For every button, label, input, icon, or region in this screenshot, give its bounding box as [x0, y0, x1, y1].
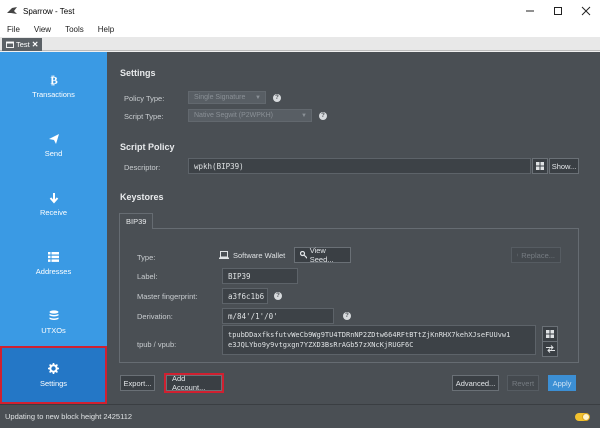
- laptop-icon: [219, 251, 229, 259]
- status-bar: Updating to new block height 2425112: [0, 404, 600, 428]
- xpub-label: tpub / vpub:: [137, 340, 177, 349]
- add-account-button[interactable]: Add Account...: [164, 373, 224, 393]
- grid-icon: [546, 330, 554, 338]
- script-type-label: Script Type:: [124, 112, 164, 121]
- xpub-line-1: tpubDDaxfksfutvWeCb9Wg9TU4TDRnNP2ZDtw664…: [228, 331, 511, 339]
- sidebar: ₿ Transactions Send Receive Addresses UT…: [0, 52, 107, 404]
- show-descriptor-button[interactable]: Show...: [549, 158, 579, 174]
- toggle-knob: [582, 413, 590, 421]
- close-icon[interactable]: [572, 0, 600, 22]
- advanced-button[interactable]: Advanced...: [452, 375, 499, 391]
- sidebar-item-send[interactable]: Send: [0, 116, 107, 174]
- sidebar-item-label: Settings: [39, 379, 68, 388]
- settings-heading: Settings: [120, 68, 156, 78]
- sidebar-item-label: Send: [44, 149, 63, 158]
- xpub-line-2: e3JQLYbo9y9vtgxgn7YZXD3BsRrAGb57zXNcKjRU…: [228, 341, 414, 349]
- fingerprint-label: Master fingerprint:: [137, 292, 198, 301]
- status-text: Updating to new block height 2425112: [5, 412, 133, 421]
- keystore-tab-bip39[interactable]: BIP39: [119, 213, 154, 229]
- type-label: Type:: [137, 253, 156, 262]
- sidebar-item-label: Receive: [39, 208, 68, 217]
- help-icon[interactable]: ?: [274, 292, 282, 300]
- wallet-tab-strip: Test ✕: [0, 37, 600, 51]
- view-seed-label: View Seed...: [309, 246, 334, 264]
- xpub-field[interactable]: tpubDDaxfksfutvWeCb9Wg9TU4TDRnNP2ZDtw664…: [222, 325, 536, 355]
- chevron-down-icon: ▼: [255, 95, 261, 101]
- help-icon[interactable]: ?: [343, 312, 351, 320]
- sidebar-item-label: UTXOs: [41, 326, 66, 335]
- descriptor-label: Descriptor:: [124, 163, 161, 172]
- svg-text:₿: ₿: [50, 74, 58, 86]
- swap-icon: [545, 345, 555, 353]
- keystores-heading: Keystores: [120, 192, 164, 202]
- menu-bar: File View Tools Help: [0, 22, 600, 37]
- help-icon[interactable]: ?: [273, 94, 281, 102]
- derivation-field[interactable]: m/84'/1'/0': [222, 308, 334, 324]
- script-type-value: Native Segwit (P2WPKH): [194, 112, 273, 119]
- online-toggle[interactable]: [575, 413, 590, 421]
- refresh-icon: [517, 252, 519, 257]
- wallet-tab-label: Test: [16, 40, 30, 49]
- receive-icon: [49, 191, 59, 204]
- list-icon: [48, 250, 59, 263]
- qr-scan-button[interactable]: [532, 158, 548, 174]
- sidebar-item-label: Transactions: [32, 90, 75, 99]
- label-field-label: Label:: [137, 272, 158, 281]
- descriptor-field[interactable]: wpkh(BIP39): [188, 158, 531, 174]
- xpub-qr-button[interactable]: [542, 326, 558, 342]
- policy-type-select[interactable]: Single Signature ▼: [188, 91, 266, 104]
- settings-panel: Settings Policy Type: Single Signature ▼…: [107, 52, 600, 404]
- minimize-icon[interactable]: [516, 0, 544, 22]
- sidebar-item-utxos[interactable]: UTXOs: [0, 293, 107, 351]
- coins-icon: [49, 309, 59, 322]
- sidebar-item-settings[interactable]: Settings: [0, 346, 107, 404]
- close-tab-icon[interactable]: ✕: [32, 40, 39, 49]
- menu-help[interactable]: Help: [91, 25, 121, 34]
- apply-button[interactable]: Apply: [548, 375, 576, 391]
- sidebar-item-transactions[interactable]: ₿ Transactions: [0, 57, 107, 115]
- wallet-icon: [6, 41, 14, 48]
- xpub-convert-button[interactable]: [542, 341, 558, 357]
- keystore-type: Software Wallet: [219, 251, 285, 260]
- grid-icon: [536, 162, 544, 170]
- gear-icon: [48, 362, 59, 375]
- bitcoin-icon: ₿: [49, 73, 59, 86]
- keystore-tabs: BIP39: [119, 213, 579, 229]
- replace-button[interactable]: Replace...: [511, 247, 561, 263]
- send-icon: [48, 132, 60, 145]
- sidebar-item-receive[interactable]: Receive: [0, 175, 107, 233]
- label-field[interactable]: BIP39: [222, 268, 298, 284]
- policy-type-label: Policy Type:: [124, 94, 165, 103]
- script-policy-heading: Script Policy: [120, 142, 175, 152]
- window-title: Sparrow - Test: [23, 6, 75, 16]
- type-value: Software Wallet: [233, 251, 286, 260]
- menu-tools[interactable]: Tools: [58, 25, 91, 34]
- maximize-icon[interactable]: [544, 0, 572, 22]
- wallet-tab[interactable]: Test ✕: [2, 38, 43, 51]
- sidebar-item-addresses[interactable]: Addresses: [0, 234, 107, 292]
- key-icon: [300, 251, 307, 259]
- revert-button[interactable]: Revert: [507, 375, 539, 391]
- help-icon[interactable]: ?: [319, 112, 327, 120]
- window-title-bar: Sparrow - Test: [0, 0, 600, 22]
- view-seed-button[interactable]: View Seed...: [294, 246, 351, 264]
- export-button[interactable]: Export...: [120, 375, 155, 391]
- replace-label: Replace...: [521, 250, 555, 260]
- chevron-down-icon: ▼: [301, 113, 307, 119]
- policy-type-value: Single Signature: [194, 94, 246, 101]
- script-type-select[interactable]: Native Segwit (P2WPKH) ▼: [188, 109, 312, 122]
- menu-view[interactable]: View: [27, 25, 58, 34]
- sparrow-logo-icon: [6, 5, 18, 17]
- menu-file[interactable]: File: [0, 25, 27, 34]
- sidebar-item-label: Addresses: [35, 267, 72, 276]
- derivation-label: Derivation:: [137, 312, 173, 321]
- fingerprint-field[interactable]: a3f6c1b6: [222, 288, 268, 304]
